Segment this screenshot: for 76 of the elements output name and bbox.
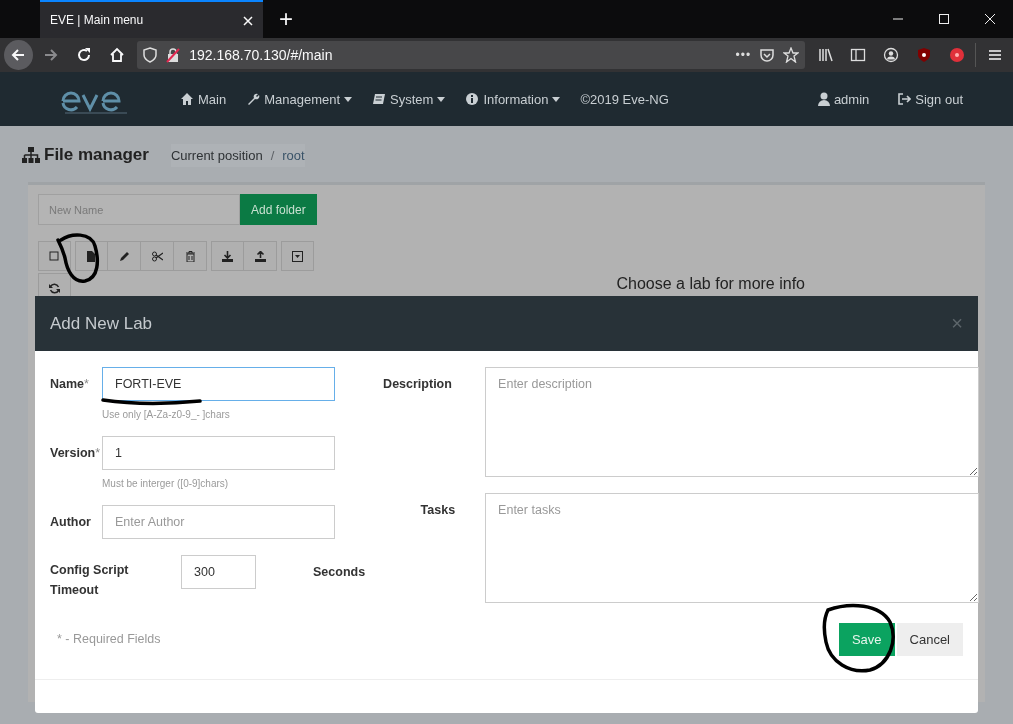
- user-icon: [817, 92, 830, 106]
- nav-link[interactable]: Main: [170, 91, 237, 107]
- field-label: Version*: [50, 445, 102, 460]
- scissors-icon: [151, 250, 163, 262]
- folder-name-field[interactable]: New Name: [38, 194, 240, 225]
- text-area[interactable]: Enter tasks: [485, 493, 980, 603]
- field-label: Name*: [50, 376, 90, 391]
- wrench-icon: [246, 92, 261, 106]
- field-label: Tasks: [419, 502, 457, 519]
- cancel-button[interactable]: Cancel: [896, 622, 963, 656]
- new-tab-button[interactable]: +: [269, 7, 303, 31]
- nav-link[interactable]: ©2019 Eve-NG: [570, 91, 679, 107]
- browser-tab[interactable]: EVE | Main menu: [40, 0, 263, 38]
- menu-icon[interactable]: [986, 47, 1003, 63]
- arrow-left-icon: [10, 47, 27, 63]
- more-actions-button[interactable]: •••: [735, 48, 752, 62]
- text-field[interactable]: FORTI-EVE: [102, 367, 335, 401]
- address-bar[interactable]: 192.168.70.130/#/main •••: [137, 41, 806, 69]
- unit-label: Seconds: [313, 564, 366, 579]
- shield-icon: [143, 47, 158, 63]
- add-folder-button[interactable]: Add folder: [240, 194, 317, 225]
- book-icon: [372, 92, 387, 106]
- shield-badge-icon[interactable]: [915, 47, 932, 63]
- collapse-icon: [292, 250, 303, 262]
- number-field[interactable]: 300: [181, 555, 256, 589]
- pencil-icon: [118, 250, 130, 262]
- field-label: Config Script Timeout: [50, 562, 130, 599]
- sign-out-icon: [897, 92, 912, 106]
- home-icon: [180, 92, 194, 106]
- field-hint: Must be interger ([0-9]chars): [102, 478, 229, 490]
- sign-out-link[interactable]: Sign out: [887, 91, 973, 107]
- arrow-right-icon[interactable]: [43, 47, 60, 63]
- account-icon[interactable]: [883, 47, 900, 63]
- close-icon[interactable]: [243, 16, 253, 26]
- pocket-icon[interactable]: [759, 47, 776, 63]
- upload-icon: [254, 250, 266, 262]
- close-icon[interactable]: [984, 13, 996, 25]
- home-icon[interactable]: [108, 47, 125, 63]
- maximize-icon[interactable]: [938, 13, 950, 25]
- required-note: * - Required Fields: [57, 632, 161, 646]
- tab-title: EVE | Main menu: [50, 13, 144, 27]
- trash-icon: [184, 250, 196, 262]
- nav-link[interactable]: Management: [236, 91, 363, 107]
- breadcrumb-link[interactable]: root: [282, 147, 305, 163]
- info-text: Choose a lab for more info: [616, 275, 805, 293]
- field-hint: Use only [A-Za-z0-9_- ]chars: [102, 409, 230, 421]
- text-field[interactable]: 1: [102, 436, 335, 470]
- file-icon: [86, 250, 97, 262]
- download-icon: [222, 250, 233, 262]
- user-link[interactable]: admin: [807, 91, 880, 107]
- field-label: Author: [50, 514, 92, 529]
- back-button[interactable]: [4, 40, 33, 70]
- info-icon: [465, 92, 480, 106]
- reload-icon[interactable]: [76, 47, 92, 63]
- collapse-button[interactable]: [281, 241, 314, 271]
- refresh-icon: [49, 282, 60, 294]
- star-icon[interactable]: [783, 47, 800, 63]
- text-field[interactable]: Enter Author: [102, 505, 335, 539]
- nav-link[interactable]: Information: [455, 91, 571, 107]
- download-button[interactable]: [211, 241, 244, 271]
- modal-title: Add New Lab: [50, 313, 153, 334]
- checkbox-icon: [49, 250, 60, 262]
- breadcrumb-separator: /: [270, 147, 275, 163]
- library-icon[interactable]: [817, 47, 834, 63]
- record-icon[interactable]: [948, 47, 965, 63]
- text-area[interactable]: Enter description: [485, 367, 980, 477]
- field-label: Description: [383, 376, 453, 393]
- sidebar-icon[interactable]: [850, 47, 867, 63]
- nav-link[interactable]: System: [362, 91, 456, 107]
- page-title: File manager: [44, 145, 149, 165]
- breadcrumb-item: Current position: [170, 147, 263, 163]
- sitemap-icon: [22, 147, 40, 163]
- scissors-button[interactable]: [141, 241, 174, 271]
- upload-button[interactable]: [244, 241, 277, 271]
- lock-crossed-icon: [165, 47, 182, 63]
- url-text: 192.168.70.130/#/main: [189, 47, 334, 63]
